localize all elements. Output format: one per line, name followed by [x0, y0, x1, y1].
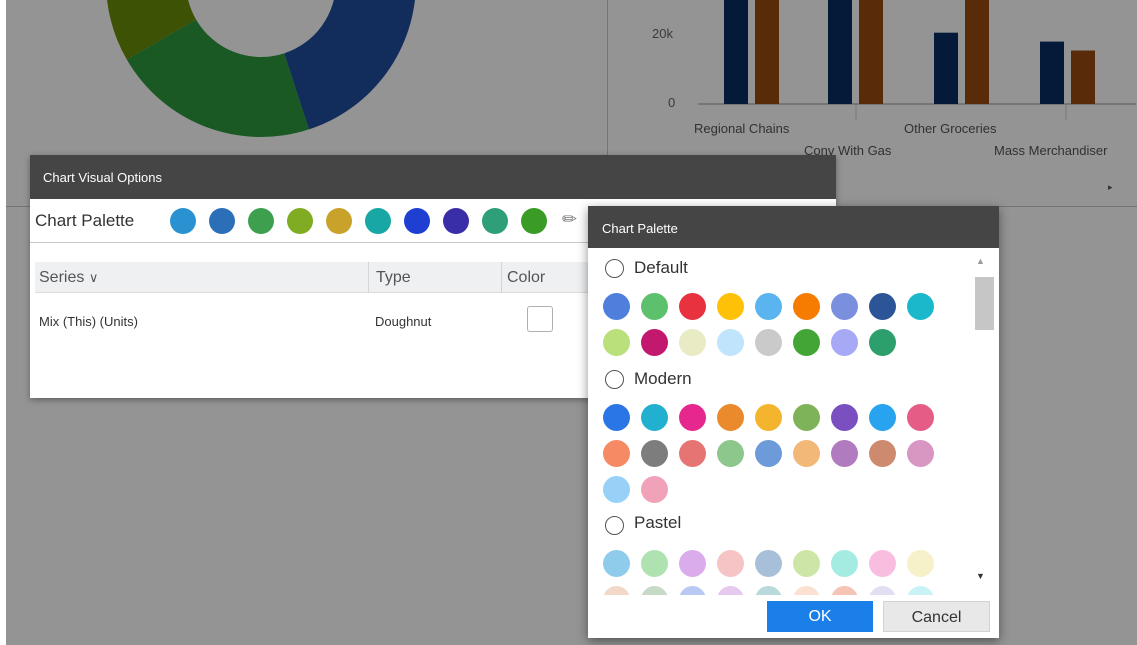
- palette-color-dot: [603, 550, 630, 577]
- scroll-up-icon[interactable]: ▲: [976, 256, 985, 266]
- chart-palette-label: Chart Palette: [35, 211, 135, 230]
- palette-color-dot: [603, 440, 630, 467]
- palette-color-dot: [641, 476, 668, 503]
- palette-color-dot: [869, 293, 896, 320]
- ok-button[interactable]: OK: [767, 601, 873, 632]
- palette-color-dot: [209, 208, 235, 234]
- palette-name-pastel: Pastel: [634, 513, 682, 532]
- palette-color-dot: [679, 293, 706, 320]
- palette-color-dot: [869, 440, 896, 467]
- palette-color-dot: [679, 550, 706, 577]
- color-column-header: Color: [507, 269, 546, 286]
- palette-color-dot: [793, 550, 820, 577]
- palette-color-dot: [641, 550, 668, 577]
- palette-color-dot: [869, 329, 896, 356]
- palette-color-dot: [521, 208, 547, 234]
- palette-color-dot: [755, 329, 782, 356]
- palette-color-dot: [907, 586, 934, 595]
- palette-color-dot: [831, 586, 858, 595]
- palette-color-dot: [793, 329, 820, 356]
- palette-color-dot: [679, 440, 706, 467]
- palette-color-dot: [793, 404, 820, 431]
- palette-color-dot: [603, 404, 630, 431]
- palette-color-dot: [170, 208, 196, 234]
- palette-color-dot: [793, 293, 820, 320]
- palette-color-dot: [641, 329, 668, 356]
- palette-name-modern: Modern: [634, 369, 692, 388]
- palette-color-dot: [907, 440, 934, 467]
- palette-color-dot: [831, 329, 858, 356]
- palette-color-dot: [907, 404, 934, 431]
- palette-color-dot: [603, 476, 630, 503]
- palette-color-dot: [717, 440, 744, 467]
- series-grid-header: Series ∨ Type Color: [35, 262, 605, 293]
- palette-color-dot: [641, 293, 668, 320]
- column-divider: [501, 262, 502, 293]
- palette-color-dot: [793, 440, 820, 467]
- palette-color-dot: [831, 440, 858, 467]
- palette-color-dot: [641, 586, 668, 595]
- palette-color-dot: [603, 329, 630, 356]
- dialog-title: Chart Visual Options: [30, 155, 836, 199]
- palette-color-dot: [793, 586, 820, 595]
- cancel-button[interactable]: Cancel: [883, 601, 990, 632]
- palette-list: Default Modern Pastel: [588, 248, 999, 595]
- palette-color-dot: [717, 329, 744, 356]
- palette-color-dot: [641, 404, 668, 431]
- series-color-swatch[interactable]: [527, 306, 553, 332]
- palette-color-dot: [755, 404, 782, 431]
- palette-color-dot: [717, 586, 744, 595]
- palette-color-dot: [755, 586, 782, 595]
- palette-color-dot: [365, 208, 391, 234]
- series-column-header[interactable]: Series ∨: [39, 269, 98, 287]
- app-stage: 20k 0 Regional Chains Other Groceries Co…: [0, 0, 1137, 645]
- series-header-label: Series: [39, 269, 85, 286]
- palette-color-dot: [869, 550, 896, 577]
- palette-color-dot: [831, 404, 858, 431]
- palette-name-default: Default: [634, 258, 688, 277]
- palette-radio-modern[interactable]: [605, 370, 624, 389]
- palette-color-dot: [482, 208, 508, 234]
- palette-radio-pastel[interactable]: [605, 516, 624, 535]
- palette-color-dot: [679, 329, 706, 356]
- palette-color-dot: [831, 550, 858, 577]
- palette-color-dot: [679, 404, 706, 431]
- palette-color-dot: [443, 208, 469, 234]
- palette-color-dot: [755, 440, 782, 467]
- scroll-down-icon[interactable]: ▼: [976, 571, 985, 581]
- palette-color-dot: [603, 586, 630, 595]
- dialog-title: Chart Palette: [588, 206, 999, 248]
- palette-color-dot: [907, 550, 934, 577]
- palette-color-dot: [326, 208, 352, 234]
- column-divider: [368, 262, 369, 293]
- series-type-cell[interactable]: Doughnut: [375, 314, 431, 329]
- palette-color-dot: [404, 208, 430, 234]
- palette-color-dot: [717, 404, 744, 431]
- palette-color-dot: [248, 208, 274, 234]
- palette-color-dot: [287, 208, 313, 234]
- palette-color-dot: [641, 440, 668, 467]
- dialog-footer: OK Cancel: [588, 595, 999, 638]
- palette-color-dot: [679, 586, 706, 595]
- palette-radio-default[interactable]: [605, 259, 624, 278]
- palette-color-dot: [869, 404, 896, 431]
- pencil-icon[interactable]: ✏︎: [562, 209, 577, 230]
- palette-color-dot: [717, 550, 744, 577]
- series-name-cell: Mix (This) (Units): [39, 314, 138, 329]
- palette-color-dot: [755, 550, 782, 577]
- palette-color-dot: [907, 293, 934, 320]
- chevron-down-icon: ∨: [88, 270, 99, 285]
- palette-color-dot: [755, 293, 782, 320]
- palette-color-dot: [869, 586, 896, 595]
- type-column-header: Type: [376, 269, 411, 286]
- palette-color-dot: [831, 293, 858, 320]
- palette-color-dot: [603, 293, 630, 320]
- palette-color-dot: [717, 293, 744, 320]
- chart-palette-dialog: Chart Palette Default Modern Pastel ▲ ▼ …: [588, 206, 999, 638]
- scrollbar-thumb[interactable]: [975, 277, 994, 330]
